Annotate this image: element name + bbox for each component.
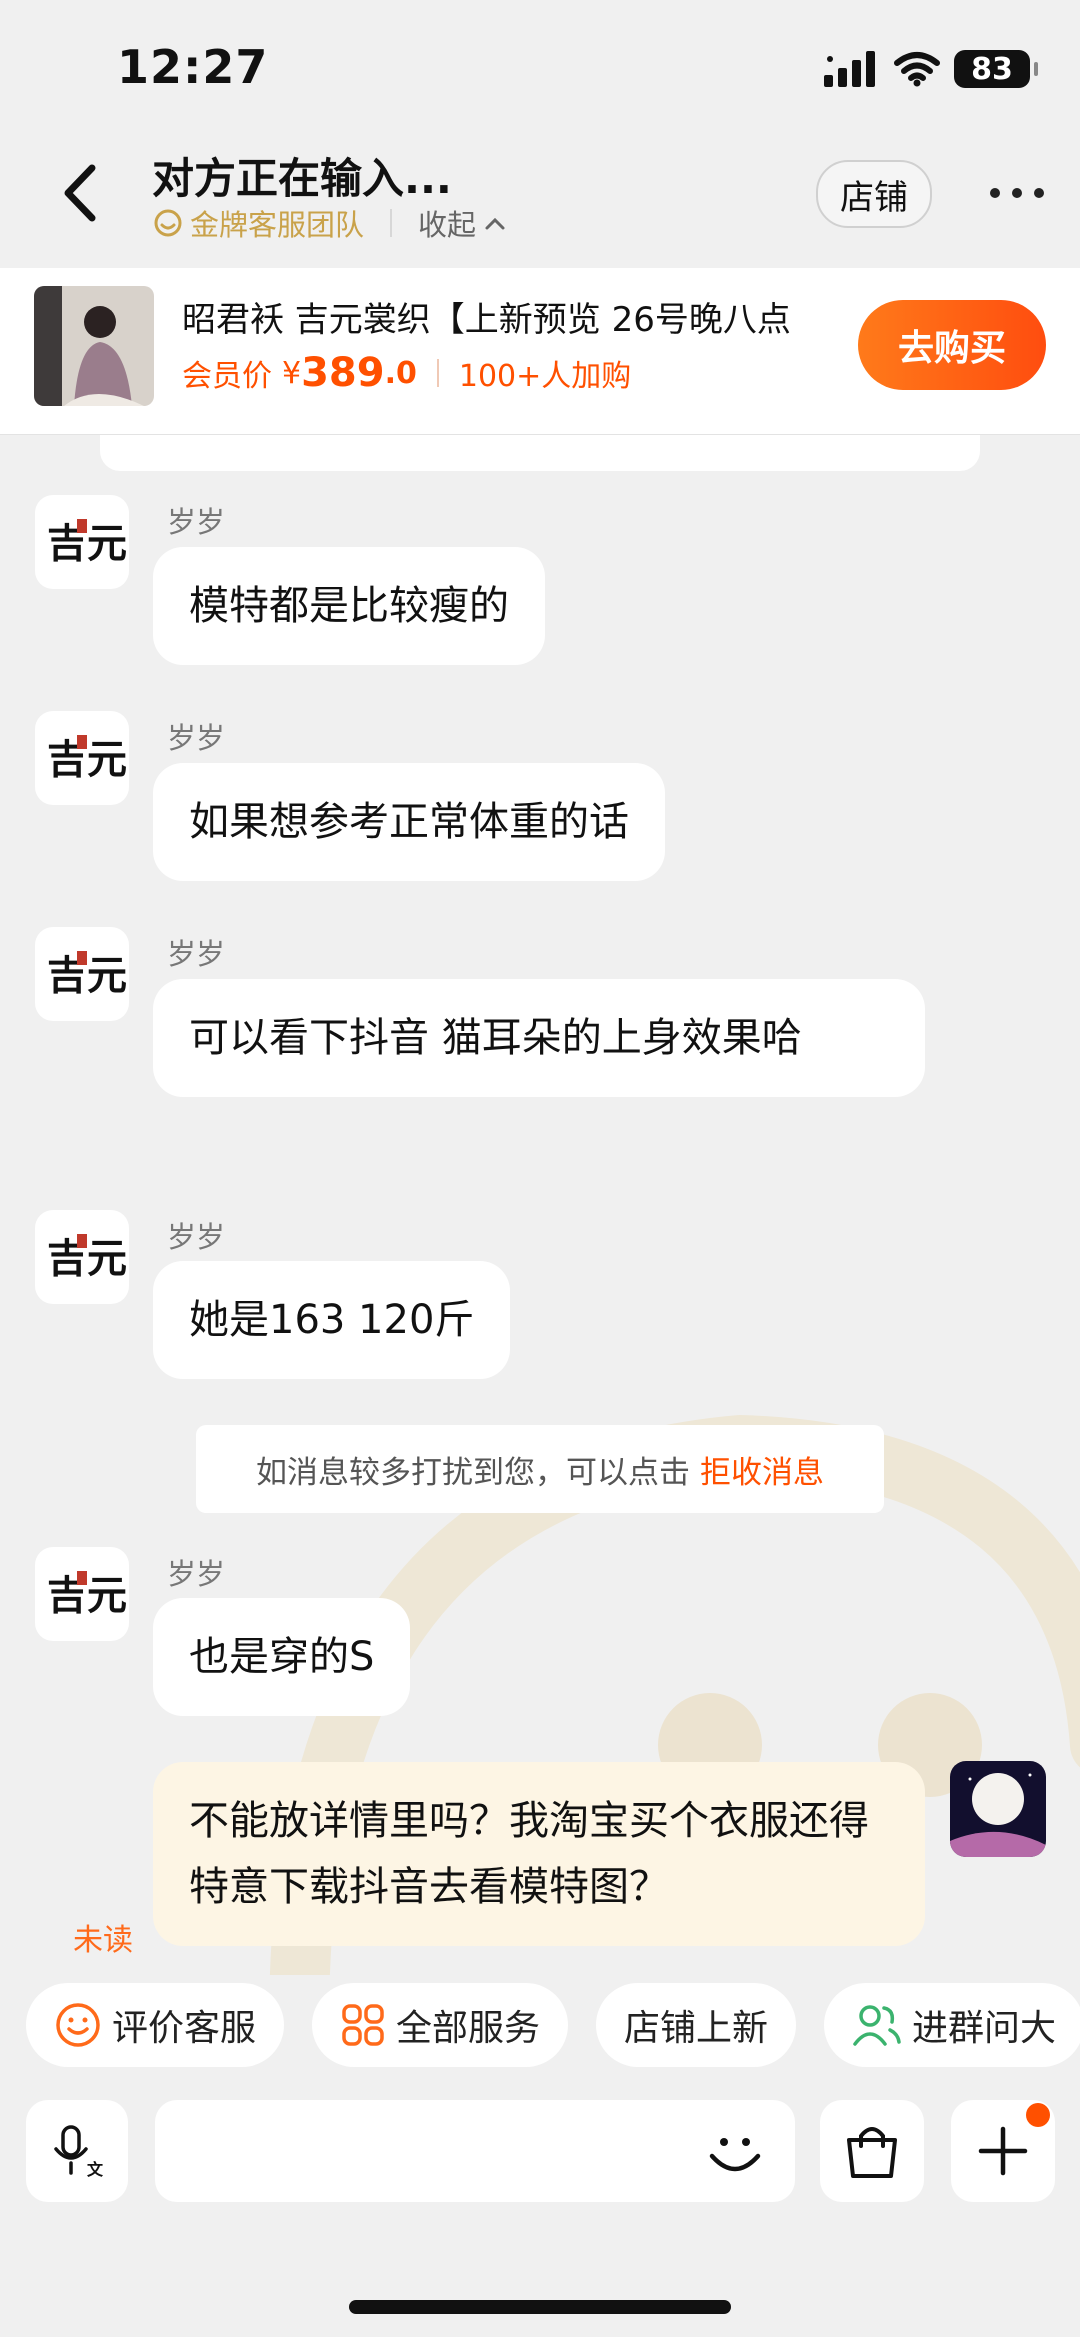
price-decimal: .0 — [384, 355, 417, 391]
message-bubble[interactable]: 她是163 120斤 — [153, 1261, 511, 1379]
my-avatar[interactable] — [950, 1761, 1046, 1857]
buy-button[interactable]: 去购买 — [858, 300, 1046, 390]
grid-icon — [342, 2004, 384, 2046]
back-arrow-icon[interactable] — [56, 160, 106, 226]
sender-name: 岁岁 — [167, 1220, 226, 1254]
shopping-bag-icon — [847, 2127, 897, 2178]
cellular-signal-icon — [824, 51, 875, 87]
home-indicator — [349, 2300, 731, 2314]
my-message-bubble[interactable]: 不能放详情里吗？我淘宝买个衣服还得特意下载抖音去看模特图？ — [153, 1762, 925, 1946]
agent-avatar[interactable]: 吉元 — [35, 1547, 129, 1641]
chip-label: 进群问大 — [912, 2008, 1057, 2049]
rate-service-button[interactable]: 评价客服 — [26, 1983, 285, 2067]
chip-label: 店铺上新 — [624, 2008, 769, 2049]
chevron-up-icon — [485, 217, 505, 230]
sender-name: 岁岁 — [167, 937, 226, 971]
emoji-icon[interactable] — [700, 2118, 770, 2188]
message-bubble[interactable]: 模特都是比较瘦的 — [153, 547, 545, 665]
svg-text:文: 文 — [87, 2160, 104, 2179]
chat-area[interactable]: 吉元 岁岁 模特都是比较瘦的 吉元 岁岁 如果想参考正常体重的话 吉元 岁岁 可… — [0, 435, 1080, 1975]
voice-input-button[interactable]: 文 — [26, 2100, 128, 2202]
sender-name: 岁岁 — [167, 505, 226, 539]
divider — [436, 359, 439, 387]
agent-avatar[interactable]: 吉元 — [35, 711, 129, 805]
sender-name: 岁岁 — [167, 721, 226, 755]
message-input[interactable] — [155, 2100, 795, 2202]
page-title: 对方正在输入... — [152, 154, 452, 203]
group-icon — [853, 2005, 901, 2046]
buyers-count: 100+人加购 — [458, 359, 632, 394]
notification-dot — [1026, 2103, 1050, 2127]
team-row: 金牌客服团队 收起 — [152, 202, 506, 244]
product-thumbnail[interactable] — [34, 286, 154, 406]
team-label: 金牌客服团队 — [190, 208, 365, 242]
status-icons: 83 — [824, 50, 1038, 88]
shopping-bag-button[interactable] — [820, 2100, 924, 2202]
message-bubble[interactable]: 可以看下抖音 猫耳朵的上身效果哈 — [153, 979, 925, 1097]
all-services-button[interactable]: 全部服务 — [312, 1983, 569, 2067]
microphone-icon: 文 — [54, 2125, 104, 2179]
previous-card — [100, 435, 980, 471]
store-button[interactable]: 店铺 — [816, 160, 932, 228]
collapse-button[interactable]: 收起 — [418, 202, 506, 244]
store-new-button[interactable]: 店铺上新 — [596, 1983, 797, 2067]
battery-icon: 83 — [954, 50, 1038, 88]
message-bubble[interactable]: 也是穿的S — [153, 1598, 411, 1716]
system-notice: 如消息较多打扰到您，可以点击 拒收消息 — [196, 1425, 884, 1513]
product-title: 昭君袄 吉元裳织【上新预览 26号晚八点 — [182, 300, 791, 340]
plus-icon — [978, 2126, 1028, 2176]
wifi-icon — [894, 52, 940, 87]
divider — [390, 209, 393, 237]
price-row: 会员价 ¥ 389 .0 100+人加购 — [182, 350, 631, 396]
agent-avatar[interactable]: 吉元 — [35, 495, 129, 589]
join-group-button[interactable]: 进群问大 — [824, 1983, 1080, 2067]
team-badge-icon — [154, 209, 182, 237]
member-price-label: 会员价 — [182, 359, 272, 394]
chip-label: 评价客服 — [112, 2008, 257, 2049]
reject-messages-link[interactable]: 拒收消息 — [700, 1447, 824, 1492]
more-dots-icon[interactable] — [990, 178, 1044, 208]
smile-icon — [56, 2003, 100, 2047]
agent-avatar[interactable]: 吉元 — [35, 927, 129, 1021]
sender-name: 岁岁 — [167, 1557, 226, 1591]
collapse-label: 收起 — [418, 208, 477, 242]
price-integer: 389 — [301, 350, 385, 396]
currency-symbol: ¥ — [282, 355, 302, 391]
chip-label: 全部服务 — [396, 2008, 541, 2049]
notice-text: 如消息较多打扰到您，可以点击 — [256, 1454, 690, 1491]
status-time: 12:27 — [117, 40, 269, 94]
quick-actions: 评价客服 全部服务 店铺上新 进群问大 — [26, 1983, 1080, 2067]
unread-status: 未读 — [73, 1923, 133, 1958]
message-bubble[interactable]: 如果想参考正常体重的话 — [153, 763, 665, 881]
agent-avatar[interactable]: 吉元 — [35, 1210, 129, 1304]
